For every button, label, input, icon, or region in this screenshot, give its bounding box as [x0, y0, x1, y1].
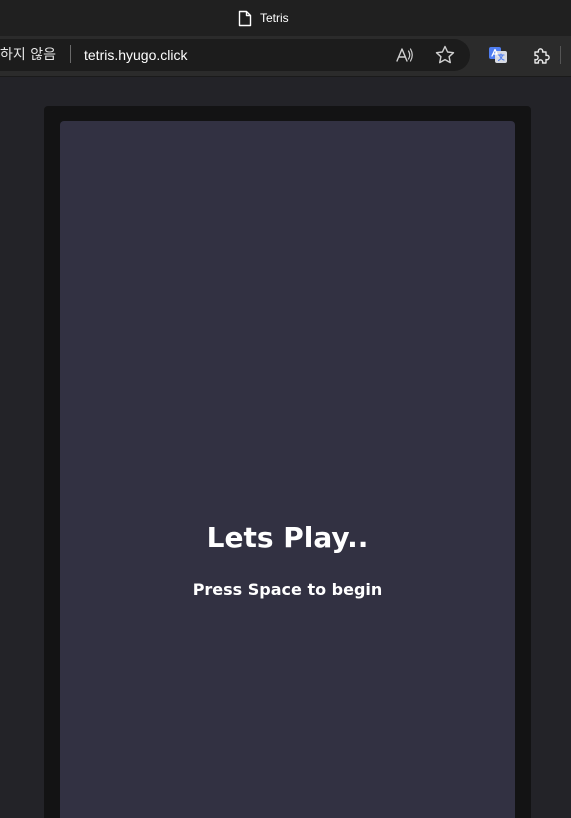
- toolbar-separator: [560, 46, 561, 64]
- address-separator: [70, 45, 71, 63]
- game-headline: Lets Play..: [206, 521, 369, 554]
- favorite-star-icon[interactable]: [434, 44, 456, 66]
- game-board[interactable]: [60, 121, 515, 818]
- translate-icon[interactable]: [487, 44, 509, 66]
- url-text[interactable]: tetris.hyugo.click: [84, 46, 187, 64]
- tab-title[interactable]: Tetris: [238, 8, 289, 28]
- start-instruction: Press Space to begin: [192, 580, 383, 599]
- security-status-label[interactable]: 하지 않음: [0, 46, 56, 64]
- window-title: Tetris: [260, 11, 289, 25]
- read-aloud-icon[interactable]: [394, 44, 416, 66]
- extensions-icon[interactable]: [531, 44, 553, 66]
- document-icon: [238, 10, 252, 26]
- window-title-bar: Tetris: [0, 0, 571, 36]
